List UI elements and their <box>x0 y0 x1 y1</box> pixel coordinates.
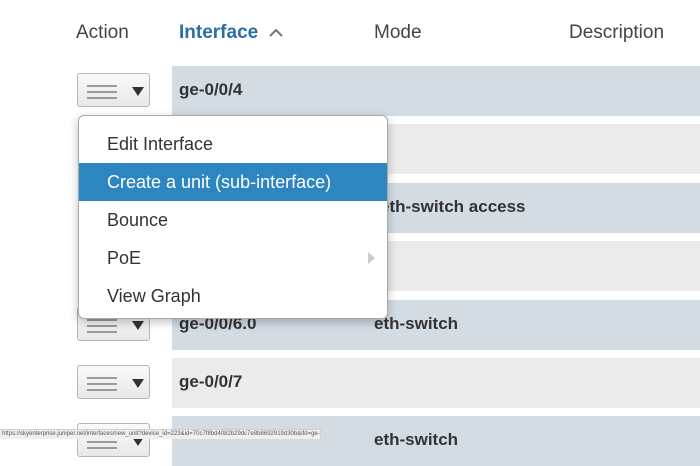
menu-item-view-graph[interactable]: View Graph <box>79 277 387 315</box>
action-context-menu: Edit Interface Create a unit (sub-interf… <box>78 115 388 319</box>
caret-down-icon <box>132 87 144 96</box>
table-header: Action Interface Mode Description <box>0 0 700 66</box>
menu-item-bounce[interactable]: Bounce <box>79 201 387 239</box>
hamburger-icon <box>87 319 117 337</box>
menu-item-poe[interactable]: PoE <box>79 239 387 277</box>
table-row[interactable]: eth-switch <box>0 416 700 466</box>
caret-down-icon <box>132 379 144 388</box>
interface-name[interactable]: ge-0/0/7 <box>179 372 242 392</box>
menu-item-create-unit[interactable]: Create a unit (sub-interface) <box>79 163 387 201</box>
column-header-interface-label: Interface <box>179 22 259 43</box>
menu-item-poe-label: PoE <box>107 248 142 268</box>
hamburger-icon <box>87 377 117 395</box>
column-header-action: Action <box>76 22 129 43</box>
row-band <box>172 358 700 408</box>
column-header-mode[interactable]: Mode <box>374 22 422 44</box>
interface-mode: eth-switch <box>374 314 459 333</box>
hamburger-icon <box>87 85 117 103</box>
interface-mode: eth-switch access <box>380 197 526 216</box>
table-row[interactable]: ge-0/0/4 <box>0 66 700 116</box>
column-header-interface[interactable]: Interface <box>179 22 284 44</box>
action-button[interactable] <box>77 365 150 399</box>
interface-mode: eth-switch <box>374 430 459 449</box>
row-band <box>172 66 700 116</box>
sort-ascending-icon <box>269 29 284 38</box>
interface-name[interactable]: ge-0/0/4 <box>179 80 242 100</box>
menu-item-edit-interface[interactable]: Edit Interface <box>79 125 387 163</box>
caret-down-icon <box>132 321 144 330</box>
action-button[interactable] <box>77 73 150 107</box>
column-header-description[interactable]: Description <box>569 22 664 44</box>
chevron-right-icon <box>368 252 375 264</box>
table-row[interactable]: ge-0/0/7 <box>0 358 700 408</box>
